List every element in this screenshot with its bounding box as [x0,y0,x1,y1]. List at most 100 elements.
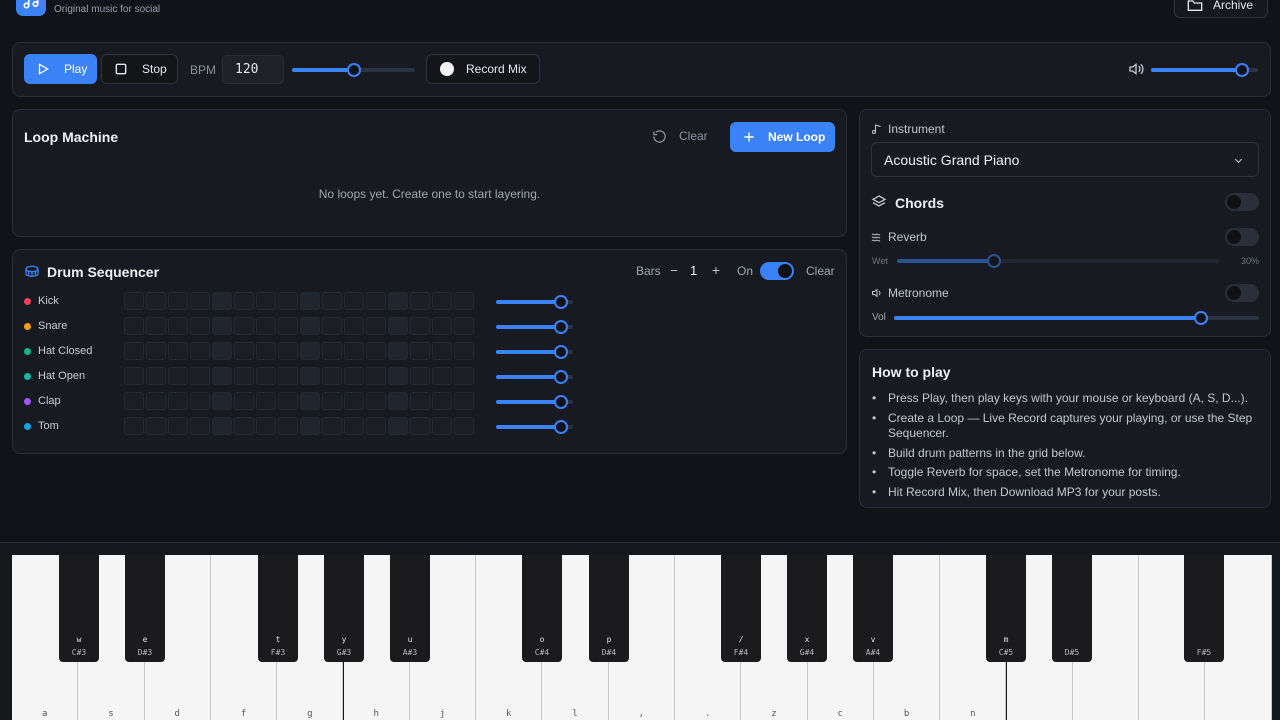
drum-step-cell[interactable] [322,367,342,385]
volume-slider-thumb[interactable] [1234,63,1249,77]
piano-black-key[interactable]: o C#4 [522,555,562,662]
drum-step-cell[interactable] [256,292,276,310]
drum-step-cell[interactable] [410,367,430,385]
drum-track-volume-slider[interactable] [496,420,573,434]
drum-step-cell[interactable] [300,292,320,310]
drum-step-cell[interactable] [322,317,342,335]
drum-step-cell[interactable] [168,317,188,335]
piano-black-key[interactable]: v A#4 [853,555,893,662]
wet-slider[interactable] [897,254,1219,268]
drum-step-cell[interactable] [366,342,386,360]
bars-increment-button[interactable]: + [706,262,726,280]
piano-black-key[interactable]: e D#3 [125,555,165,662]
drum-step-cell[interactable] [212,392,232,410]
drum-step-cell[interactable] [212,292,232,310]
play-button[interactable]: Play [24,54,97,84]
drum-step-cell[interactable] [212,317,232,335]
drum-step-cell[interactable] [234,317,254,335]
drum-step-cell[interactable] [454,417,474,435]
piano-black-key[interactable]: x G#4 [787,555,827,662]
chords-toggle[interactable] [1225,193,1259,211]
piano-black-key[interactable]: y G#3 [324,555,364,662]
drum-step-cell[interactable] [234,342,254,360]
bpm-slider[interactable] [292,63,415,77]
drum-step-cell[interactable] [344,292,364,310]
drum-step-cell[interactable] [212,342,232,360]
drum-step-cell[interactable] [366,367,386,385]
drum-step-cell[interactable] [300,367,320,385]
drum-track-volume-slider[interactable] [496,345,573,359]
drum-step-cell[interactable] [454,342,474,360]
drum-step-cell[interactable] [322,292,342,310]
drum-step-cell[interactable] [256,317,276,335]
drum-step-cell[interactable] [344,317,364,335]
drum-step-cell[interactable] [256,367,276,385]
drum-step-cell[interactable] [410,342,430,360]
drum-step-cell[interactable] [168,367,188,385]
drum-step-cell[interactable] [278,417,298,435]
drum-step-cell[interactable] [124,342,144,360]
drum-step-cell[interactable] [190,317,210,335]
drum-step-cell[interactable] [344,417,364,435]
drum-track-volume-slider[interactable] [496,395,573,409]
drum-step-cell[interactable] [124,367,144,385]
stop-button[interactable]: Stop [101,54,178,84]
drum-step-cell[interactable] [234,417,254,435]
instrument-select[interactable]: Acoustic Grand Piano [871,142,1259,177]
drum-step-cell[interactable] [256,342,276,360]
drum-step-cell[interactable] [410,292,430,310]
drum-track-volume-slider[interactable] [496,370,573,384]
metronome-volume-slider[interactable] [894,311,1259,325]
drum-step-cell[interactable] [278,292,298,310]
metronome-toggle[interactable] [1225,284,1259,302]
archive-button[interactable]: Archive [1174,0,1268,18]
drum-step-cell[interactable] [146,292,166,310]
metronome-volume-thumb[interactable] [1193,311,1208,325]
drum-step-cell[interactable] [432,317,452,335]
drum-step-cell[interactable] [190,292,210,310]
drum-step-cell[interactable] [168,292,188,310]
drum-step-cell[interactable] [300,417,320,435]
drum-step-cell[interactable] [454,317,474,335]
drum-step-cell[interactable] [146,367,166,385]
piano-black-key[interactable]: m C#5 [986,555,1026,662]
drum-step-cell[interactable] [388,392,408,410]
drum-step-cell[interactable] [278,367,298,385]
drum-step-cell[interactable] [234,292,254,310]
piano-black-key[interactable]: D#5 [1052,555,1092,662]
drum-track-volume-slider[interactable] [496,320,573,334]
piano-black-key[interactable]: w C#3 [59,555,99,662]
drum-step-cell[interactable] [322,392,342,410]
drum-step-cell[interactable] [344,392,364,410]
drum-step-cell[interactable] [388,292,408,310]
drum-step-cell[interactable] [454,392,474,410]
drum-step-cell[interactable] [388,342,408,360]
piano-black-key[interactable]: t F#3 [258,555,298,662]
drum-step-cell[interactable] [366,317,386,335]
drum-step-cell[interactable] [234,392,254,410]
volume-slider[interactable] [1151,63,1258,77]
drum-step-cell[interactable] [410,417,430,435]
drum-step-cell[interactable] [344,342,364,360]
drum-step-cell[interactable] [388,417,408,435]
drum-step-cell[interactable] [124,317,144,335]
drum-step-cell[interactable] [190,392,210,410]
drum-step-cell[interactable] [366,292,386,310]
drum-step-cell[interactable] [124,392,144,410]
drum-clear-button[interactable]: Clear [806,264,835,278]
drum-step-cell[interactable] [300,342,320,360]
drum-step-cell[interactable] [234,367,254,385]
drum-step-cell[interactable] [256,392,276,410]
drum-step-cell[interactable] [388,367,408,385]
drum-step-cell[interactable] [146,342,166,360]
drum-step-cell[interactable] [322,417,342,435]
drum-step-cell[interactable] [432,292,452,310]
drum-step-cell[interactable] [168,417,188,435]
drum-step-cell[interactable] [278,317,298,335]
drum-step-cell[interactable] [278,342,298,360]
drum-step-cell[interactable] [366,417,386,435]
drum-step-cell[interactable] [168,392,188,410]
piano-black-key[interactable]: u A#3 [390,555,430,662]
drum-step-cell[interactable] [388,317,408,335]
drum-step-cell[interactable] [432,417,452,435]
